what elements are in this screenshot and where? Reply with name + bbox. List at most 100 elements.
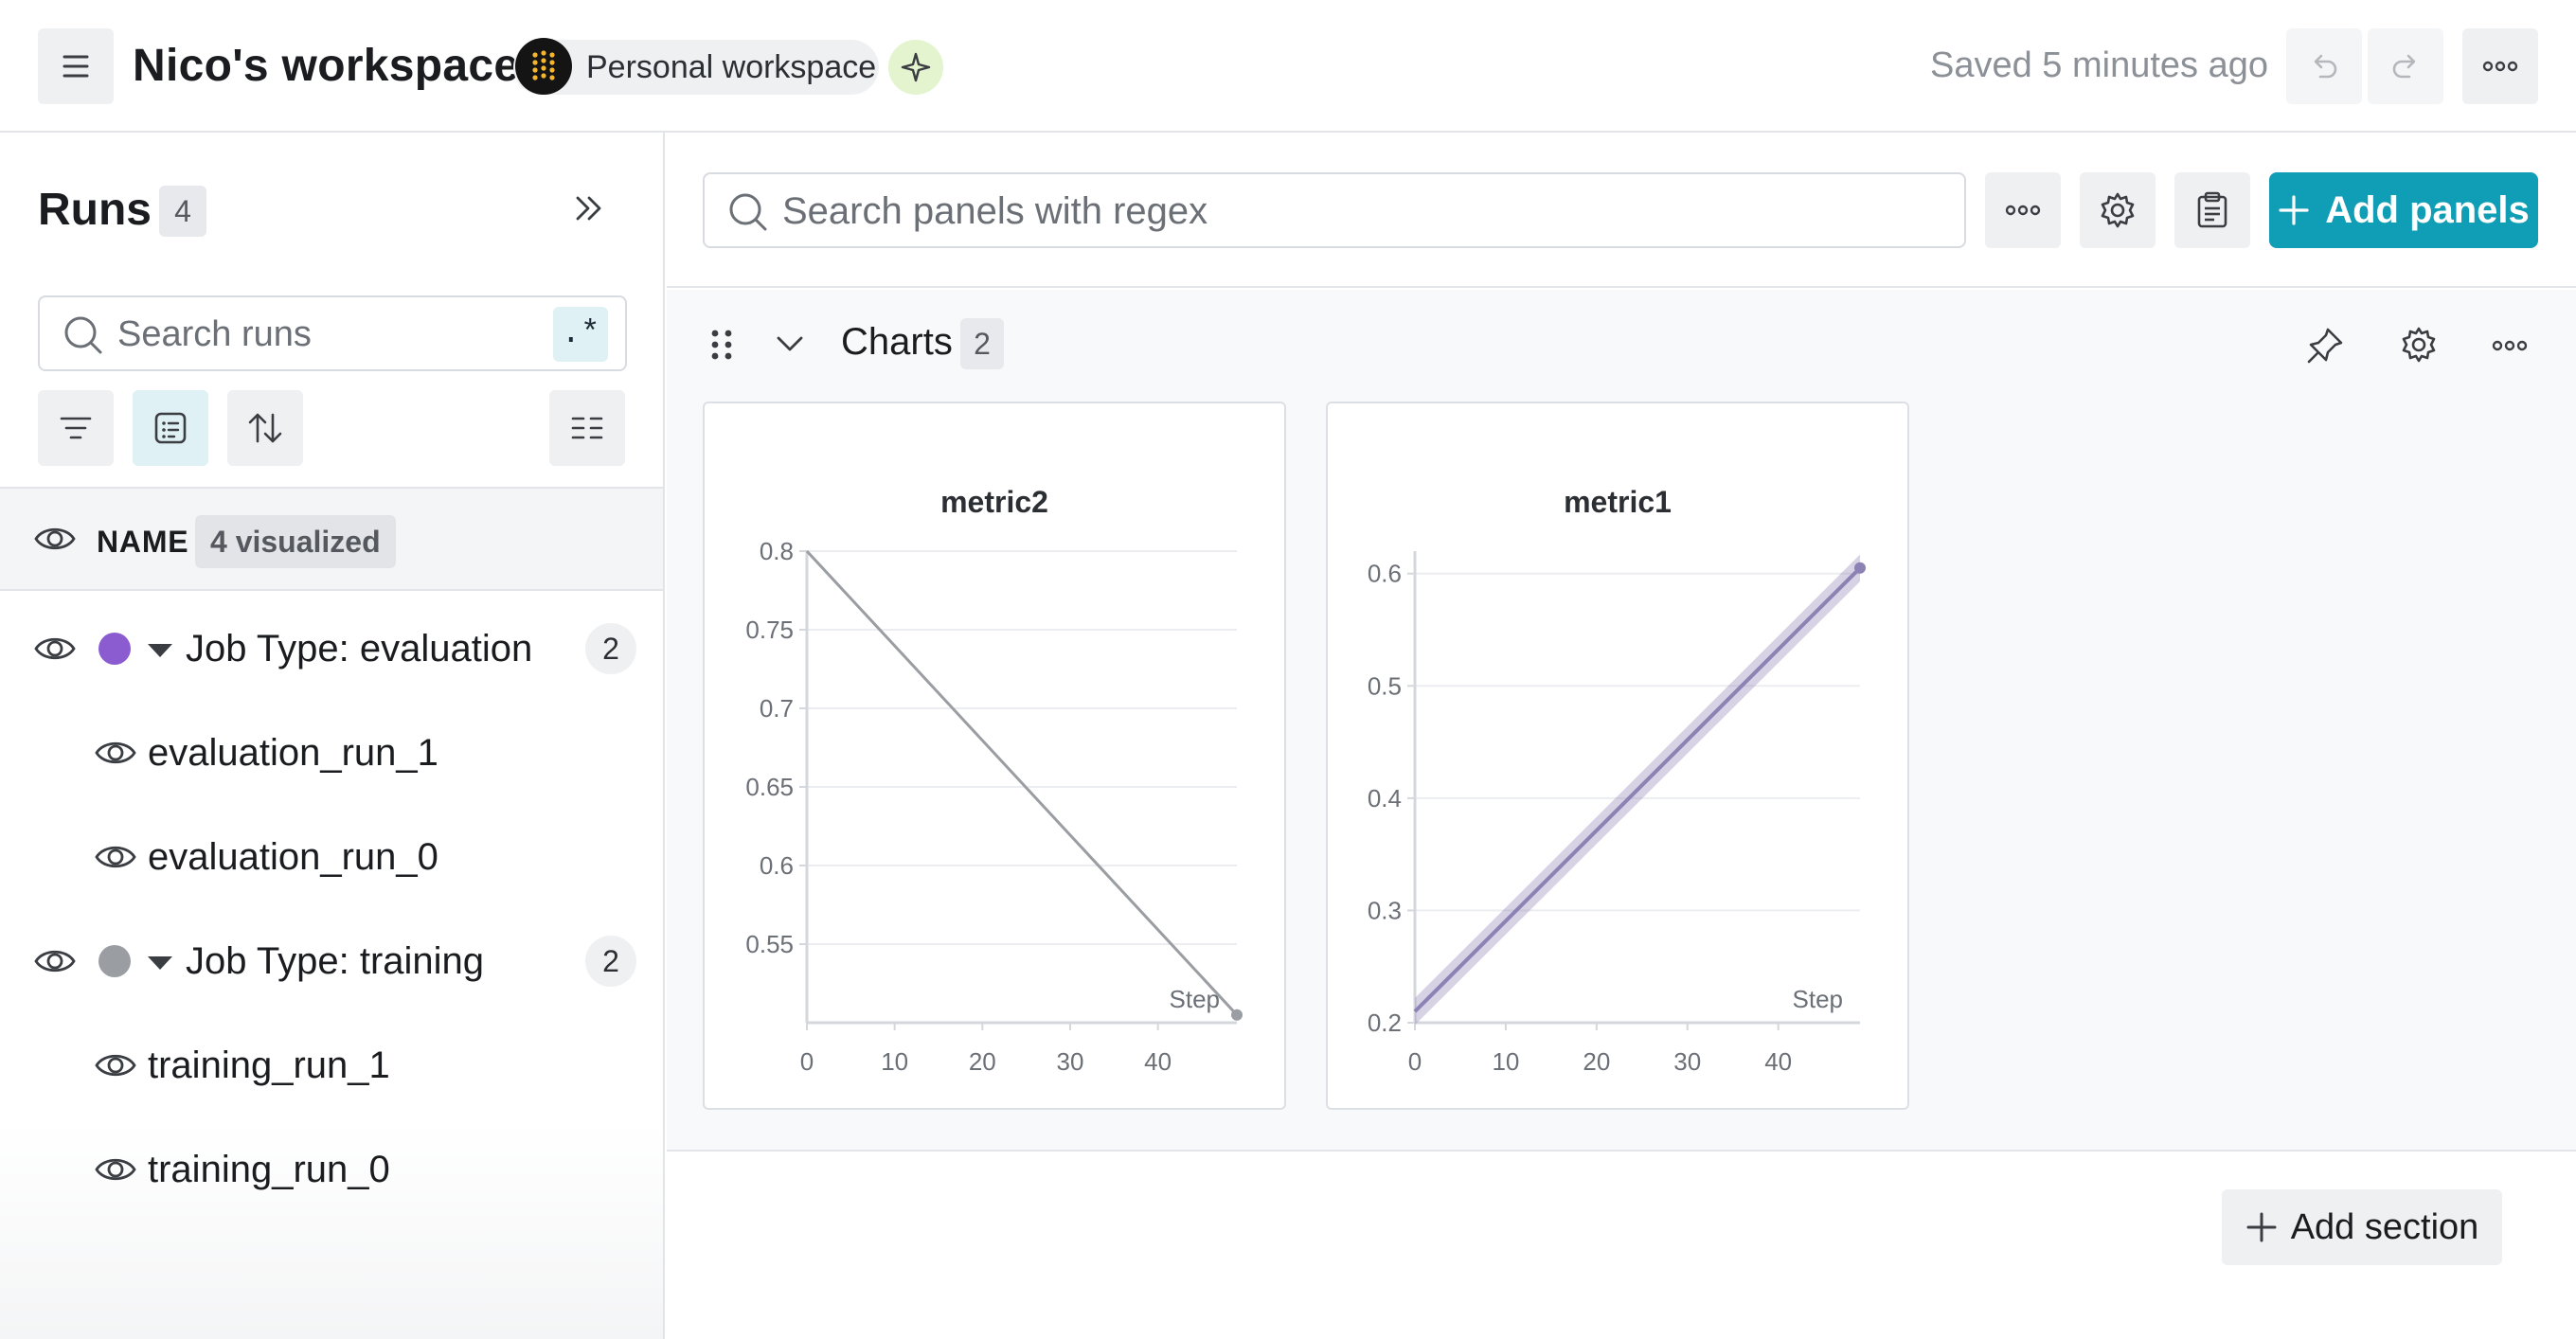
group-label-evaluation[interactable]: Job Type: evaluation (186, 625, 532, 672)
chevrons-right-icon (572, 194, 606, 223)
search-panels-placeholder: Search panels with regex (782, 190, 1208, 232)
x-tick-label: 10 (881, 1047, 908, 1076)
workspace-settings-button[interactable] (2080, 172, 2156, 248)
top-header: Nico's workspace Personal workspace Save… (0, 0, 2576, 133)
y-tick-label: 0.8 (760, 537, 794, 565)
y-tick-label: 0.3 (1368, 896, 1402, 924)
add-section-button[interactable]: Add section (2222, 1189, 2502, 1265)
name-column-header[interactable]: NAME (97, 523, 188, 561)
x-tick-label: 0 (1408, 1047, 1422, 1076)
sparkle-button[interactable] (888, 40, 943, 95)
add-panels-button[interactable]: Add panels (2269, 172, 2538, 248)
search-icon (727, 191, 769, 233)
eye-icon[interactable] (95, 737, 136, 769)
plus-icon (2278, 194, 2310, 226)
group-label-training[interactable]: Job Type: training (186, 937, 484, 985)
filter-icon (59, 414, 93, 442)
columns-icon (570, 414, 604, 442)
saved-status: Saved 5 minutes ago (1929, 45, 2268, 85)
menu-button[interactable] (38, 28, 114, 104)
eye-icon[interactable] (95, 1049, 136, 1081)
group-button[interactable] (133, 390, 208, 466)
x-tick-label: 20 (969, 1047, 996, 1076)
hamburger-icon (59, 52, 93, 80)
run-item[interactable]: evaluation_run_0 (148, 833, 438, 881)
x-tick-label: 0 (800, 1047, 814, 1076)
section-count-badge: 2 (960, 318, 1004, 369)
series-end-point (1231, 1009, 1243, 1021)
workspace-more-button[interactable] (2462, 28, 2538, 104)
add-panels-label: Add panels (2325, 188, 2530, 231)
drag-handle-icon[interactable] (708, 328, 735, 362)
eye-icon[interactable] (34, 523, 76, 555)
x-tick-label: 10 (1492, 1047, 1519, 1076)
redo-button[interactable] (2368, 28, 2443, 104)
runs-table-header: NAME 4 visualized (0, 487, 663, 591)
group-count-badge: 2 (585, 623, 636, 674)
y-tick-label: 0.55 (745, 930, 794, 958)
plus-icon (2245, 1211, 2278, 1243)
group-list-icon (153, 411, 188, 445)
add-section-label: Add section (2290, 1206, 2479, 1247)
eye-icon[interactable] (34, 633, 76, 665)
run-item[interactable]: training_run_0 (148, 1146, 390, 1193)
clipboard-button[interactable] (2174, 172, 2250, 248)
search-icon (63, 314, 104, 356)
x-tick-label: 30 (1673, 1047, 1701, 1076)
y-tick-label: 0.7 (760, 694, 794, 723)
x-tick-label: 30 (1056, 1047, 1083, 1076)
gear-icon (2099, 191, 2137, 229)
runs-title: Runs (38, 185, 152, 235)
group-color-dot[interactable] (98, 633, 131, 665)
chevron-down-icon[interactable] (775, 333, 805, 354)
filter-button[interactable] (38, 390, 114, 466)
eye-icon[interactable] (95, 841, 136, 873)
run-item[interactable]: evaluation_run_1 (148, 729, 438, 777)
run-item[interactable]: training_run_1 (148, 1042, 390, 1089)
visualized-badge: 4 visualized (195, 515, 396, 568)
group-color-dot[interactable] (98, 945, 131, 977)
sort-arrows-icon (246, 411, 284, 445)
search-runs-placeholder: Search runs (117, 314, 312, 354)
y-tick-label: 0.2 (1368, 1009, 1402, 1037)
gear-icon[interactable] (2400, 326, 2438, 364)
regex-toggle[interactable]: .* (553, 307, 608, 362)
x-tick-label: 20 (1583, 1047, 1610, 1076)
series-end-point (1854, 562, 1866, 574)
chart-panel-metric2[interactable]: metric2 0.55 0.6 0.65 0.7 0.75 0.8 0 10 20 30 40 St… (703, 402, 1286, 1110)
collapse-sidebar-button[interactable] (563, 182, 616, 235)
x-tick-label: 40 (1764, 1047, 1792, 1076)
section-title[interactable]: Charts (841, 318, 953, 366)
columns-button[interactable] (549, 390, 625, 466)
workspace-title: Nico's workspace (133, 41, 520, 91)
series-line (805, 549, 1239, 1016)
sort-button[interactable] (227, 390, 303, 466)
more-horizontal-icon (2004, 204, 2042, 217)
wandb-logo-icon (515, 38, 572, 95)
workspace-badge-label: Personal workspace (586, 49, 877, 85)
pin-icon[interactable] (2305, 326, 2345, 366)
more-horizontal-icon (2481, 60, 2519, 73)
y-tick-label: 0.4 (1368, 784, 1402, 812)
more-horizontal-icon[interactable] (2491, 339, 2529, 352)
search-runs-input[interactable]: Search runs .* (38, 295, 627, 371)
x-tick-label: 40 (1144, 1047, 1172, 1076)
runs-count-badge: 4 (159, 186, 206, 237)
group-count-badge: 2 (585, 936, 636, 987)
panels-more-button[interactable] (1985, 172, 2061, 248)
x-axis-label: Step (1793, 985, 1844, 1013)
y-tick-label: 0.5 (1368, 671, 1402, 700)
y-tick-label: 0.75 (745, 616, 794, 644)
chart-panel-metric1[interactable]: metric1 0.2 0.3 0.4 0.5 0.6 0 10 20 30 40 Step (1326, 402, 1909, 1110)
line-chart-metric2[interactable]: 0.550.60.650.70.750.80 10 20 30 40Step (705, 403, 1284, 1108)
y-tick-label: 0.6 (760, 851, 794, 880)
undo-icon (2307, 49, 2341, 83)
caret-down-icon[interactable] (148, 956, 172, 970)
undo-button[interactable] (2286, 28, 2362, 104)
search-panels-input[interactable]: Search panels with regex (703, 172, 1966, 248)
eye-icon[interactable] (34, 945, 76, 977)
runs-sidebar: Runs 4 Search runs .* NAME 4 visualized … (0, 133, 665, 1339)
caret-down-icon[interactable] (148, 644, 172, 657)
eye-icon[interactable] (95, 1153, 136, 1186)
line-chart-metric1[interactable]: 0.2 0.3 0.4 0.5 0.6 0 10 20 30 40 Step (1328, 403, 1907, 1108)
